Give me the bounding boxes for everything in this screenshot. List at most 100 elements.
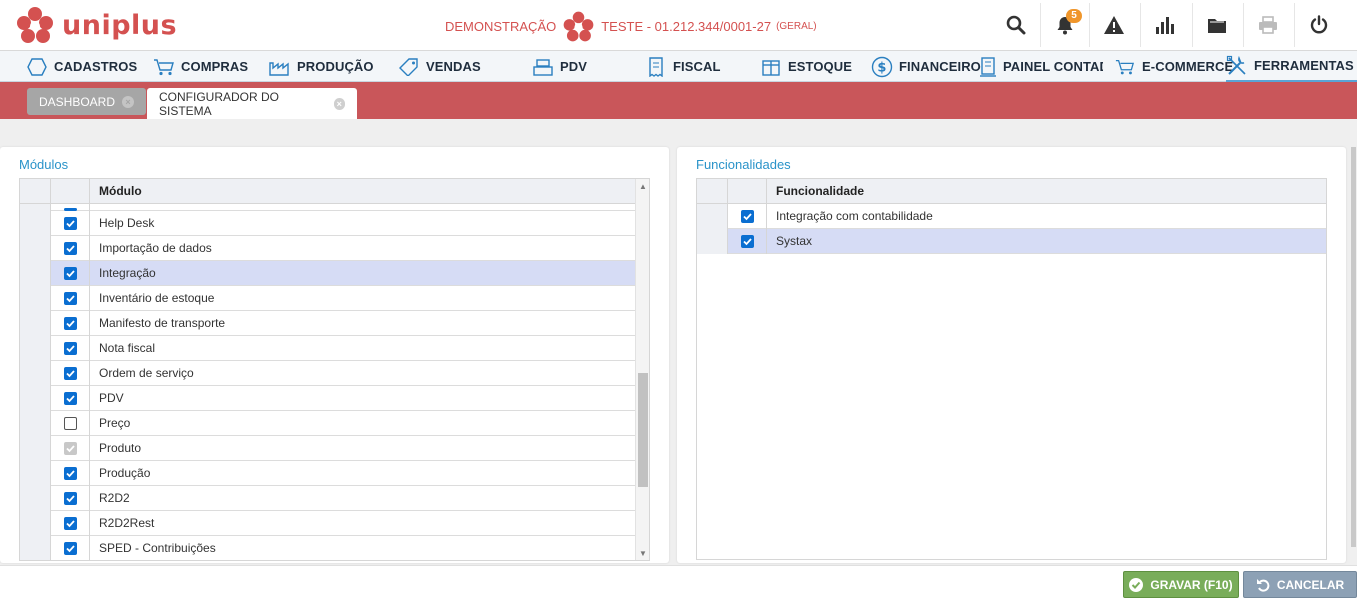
row-label: Inventário de estoque — [99, 291, 215, 305]
close-icon[interactable]: × — [122, 95, 135, 108]
table-row[interactable]: SPED - Contribuições — [20, 536, 637, 560]
tab-label: DASHBOARD — [39, 94, 116, 109]
menu-producao[interactable]: PRODUÇÃO — [269, 51, 374, 82]
menu-compras[interactable]: COMPRAS — [153, 51, 248, 82]
table-row[interactable]: Preço — [20, 411, 637, 436]
menu-pdv[interactable]: PDV — [532, 51, 587, 82]
row-checkbox[interactable] — [63, 392, 77, 405]
table-row[interactable] — [20, 204, 637, 211]
menu-cadastros[interactable]: CADASTROS — [26, 51, 137, 82]
row-label: Produção — [99, 466, 151, 480]
search-button[interactable] — [992, 3, 1040, 47]
page-scrollbar[interactable] — [1350, 119, 1357, 565]
modules-scrollbar[interactable]: ▲ ▼ — [635, 179, 649, 560]
row-checkbox[interactable] — [63, 317, 77, 330]
power-icon — [1310, 15, 1327, 34]
row-checkbox[interactable] — [63, 367, 77, 380]
row-checkbox[interactable] — [63, 267, 77, 280]
table-row[interactable]: Systax — [697, 229, 1326, 254]
table-row[interactable]: Integração — [20, 261, 637, 286]
row-checkbox[interactable] — [63, 467, 77, 480]
company-mode: DEMONSTRAÇÃO — [445, 18, 557, 34]
row-checkbox-cell — [51, 411, 90, 436]
menu-ferramentas[interactable]: FERRAMENTAS — [1226, 51, 1357, 82]
close-icon[interactable]: × — [333, 97, 345, 110]
printer-icon — [1258, 16, 1277, 34]
logo-mark-icon — [16, 5, 54, 45]
save-button[interactable]: GRAVAR (F10) — [1123, 571, 1239, 598]
table-row[interactable]: Produção — [20, 461, 637, 486]
row-handle — [20, 411, 51, 436]
menu-vendas[interactable]: VENDAS — [398, 51, 481, 82]
row-handle — [20, 261, 51, 286]
page-scrollbar-thumb[interactable] — [1351, 147, 1356, 547]
module-menu: CADASTROS COMPRAS PRODUÇÃO VENDAS PDV FI… — [0, 51, 1357, 82]
company-name: TESTE - 01.212.344/0001-27 — [601, 18, 772, 34]
row-label: Ordem de serviço — [99, 366, 194, 380]
row-checkbox-cell — [51, 511, 90, 536]
table-row[interactable]: R2D2Rest — [20, 511, 637, 536]
table-row[interactable]: Inventário de estoque — [20, 286, 637, 311]
logout-button[interactable] — [1294, 3, 1342, 47]
row-checkbox[interactable] — [63, 217, 77, 230]
row-checkbox-cell — [51, 336, 90, 361]
uniplus-logo[interactable]: uniplus — [16, 5, 177, 45]
factory-icon — [269, 56, 291, 78]
menu-painel-contador[interactable]: PAINEL CONTADOI — [979, 51, 1103, 82]
tab-dashboard[interactable]: DASHBOARD × — [27, 88, 147, 115]
table-row[interactable]: R2D2 — [20, 486, 637, 511]
row-checkbox[interactable] — [740, 235, 754, 248]
warning-icon — [1103, 16, 1124, 34]
main-content: Módulos Módulo Help Desk Importação de da… — [0, 119, 1357, 565]
row-checkbox[interactable] — [63, 517, 77, 530]
row-checkbox[interactable] — [63, 417, 77, 430]
table-row[interactable]: Nota fiscal — [20, 336, 637, 361]
row-handle — [697, 229, 728, 254]
row-checkbox-cell — [51, 461, 90, 486]
table-row[interactable]: Manifesto de transporte — [20, 311, 637, 336]
row-handle — [20, 236, 51, 261]
print-button[interactable] — [1243, 3, 1291, 47]
table-row[interactable]: Importação de dados — [20, 236, 637, 261]
reports-button[interactable] — [1140, 3, 1188, 47]
row-checkbox[interactable] — [63, 342, 77, 355]
row-checkbox-cell — [51, 204, 90, 211]
files-button[interactable] — [1192, 3, 1240, 47]
row-checkbox-cell — [51, 536, 90, 560]
table-row[interactable]: Integração com contabilidade — [697, 204, 1326, 229]
tab-configurador[interactable]: CONFIGURADOR DO SISTEMA × — [147, 88, 357, 119]
menu-fiscal[interactable]: FISCAL — [645, 51, 721, 82]
row-label: PDV — [99, 391, 124, 405]
scroll-down-icon[interactable]: ▼ — [636, 546, 649, 560]
table-row[interactable]: Ordem de serviço — [20, 361, 637, 386]
undo-icon — [1256, 578, 1270, 592]
notifications-button[interactable]: 5 — [1040, 3, 1088, 47]
row-checkbox[interactable] — [63, 492, 77, 505]
features-grid: Funcionalidade Integração com contabilid… — [696, 178, 1327, 560]
row-checkbox-cell — [51, 486, 90, 511]
modules-grid: Módulo Help Desk Importação de dados Integ… — [19, 178, 650, 561]
scroll-up-icon[interactable]: ▲ — [636, 179, 649, 193]
module-column-header[interactable]: Módulo — [99, 179, 142, 204]
menu-label: FISCAL — [673, 59, 721, 74]
menu-financeiro[interactable]: $ FINANCEIRO — [871, 51, 981, 82]
row-label: Systax — [776, 234, 813, 248]
menu-e-commerce[interactable]: E-COMMERCE — [1114, 51, 1233, 82]
scrollbar-thumb[interactable] — [638, 373, 648, 487]
row-checkbox[interactable] — [740, 210, 754, 223]
cancel-label: CANCELAR — [1276, 577, 1345, 592]
table-row[interactable]: Help Desk — [20, 211, 637, 236]
company-selector[interactable]: DEMONSTRAÇÃO TESTE - 01.212.344/0001-27 … — [445, 11, 817, 41]
menu-label: PDV — [560, 59, 588, 74]
row-checkbox[interactable] — [63, 542, 77, 555]
tag-icon — [398, 56, 420, 78]
row-checkbox[interactable] — [63, 242, 77, 255]
menu-label: COMPRAS — [181, 59, 249, 74]
table-row[interactable]: PDV — [20, 386, 637, 411]
alerts-button[interactable] — [1089, 3, 1137, 47]
feature-column-header[interactable]: Funcionalidade — [776, 179, 864, 204]
cancel-button[interactable]: CANCELAR — [1243, 571, 1357, 598]
row-checkbox[interactable] — [63, 292, 77, 305]
menu-estoque[interactable]: ESTOQUE — [760, 51, 852, 82]
table-row[interactable]: Produto — [20, 436, 637, 461]
